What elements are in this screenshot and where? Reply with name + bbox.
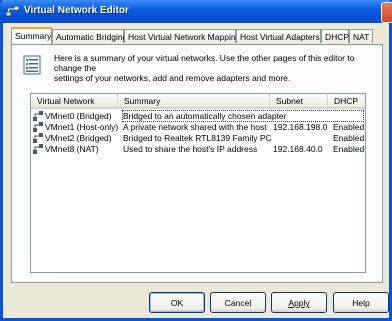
table-row[interactable]: VMnet0 (Bridged) Bridged to an automatic… bbox=[31, 110, 365, 122]
summary-panel: Here is a summary of your virtual networ… bbox=[11, 44, 383, 283]
list-header: Virtual Network Summary Subnet DHCP bbox=[31, 94, 365, 109]
cell-network: VMnet0 (Bridged) bbox=[45, 111, 112, 121]
cell-summary: A private network shared with the host bbox=[123, 122, 267, 132]
column-dhcp[interactable]: DHCP bbox=[328, 94, 365, 107]
ok-button[interactable]: OK bbox=[149, 292, 205, 313]
virtual-network-editor-window: Virtual Network Editor Summary Automatic… bbox=[0, 0, 392, 321]
cell-subnet: 192.168.198.0 bbox=[273, 122, 328, 132]
cancel-button[interactable]: Cancel bbox=[210, 292, 266, 313]
tab-automatic-bridging[interactable]: Automatic Bridging bbox=[52, 29, 127, 43]
cell-dhcp: Enabled bbox=[333, 133, 365, 143]
network-icon bbox=[6, 5, 20, 17]
column-summary[interactable]: Summary bbox=[118, 94, 270, 107]
tab-summary[interactable]: Summary bbox=[11, 27, 52, 44]
summary-description-line-1: Here is a summary of your virtual networ… bbox=[54, 53, 355, 73]
table-row[interactable]: VMnet8 (NAT) Used to share the host's IP… bbox=[31, 144, 365, 155]
title-bar[interactable]: Virtual Network Editor bbox=[0, 0, 392, 23]
network-adapter-icon bbox=[33, 133, 43, 143]
cell-summary: Bridged to Realtek RTL8139 Family PCI ..… bbox=[123, 133, 271, 143]
summary-info-icon bbox=[23, 55, 41, 75]
help-button[interactable]: Help bbox=[333, 292, 389, 313]
tab-dhcp[interactable]: DHCP bbox=[321, 29, 349, 43]
column-virtual-network[interactable]: Virtual Network bbox=[31, 94, 118, 107]
close-button[interactable] bbox=[381, 2, 392, 23]
virtual-network-list[interactable]: Virtual Network Summary Subnet DHCP VMne… bbox=[30, 93, 366, 273]
cell-summary: Bridged to an automatically chosen adapt… bbox=[122, 110, 364, 122]
window-title: Virtual Network Editor bbox=[24, 5, 129, 16]
tab-host-virtual-adapters[interactable]: Host Virtual Adapters bbox=[236, 29, 321, 43]
network-adapter-icon bbox=[33, 144, 43, 154]
tab-host-virtual-network-mapping[interactable]: Host Virtual Network Mapping bbox=[124, 29, 240, 43]
column-subnet[interactable]: Subnet bbox=[270, 94, 328, 107]
cell-network: VMnet2 (Bridged) bbox=[45, 133, 112, 143]
apply-button-label: Apply bbox=[288, 298, 310, 308]
cell-summary: Used to share the host's IP address bbox=[123, 144, 258, 154]
table-row[interactable]: VMnet1 (Host-only) A private network sha… bbox=[31, 122, 365, 133]
summary-description-line-2: settings of your networks, add and remov… bbox=[54, 73, 291, 83]
network-adapter-icon bbox=[33, 122, 43, 132]
summary-description: Here is a summary of your virtual networ… bbox=[54, 53, 374, 83]
cell-dhcp: Enabled bbox=[333, 144, 365, 154]
network-adapter-icon bbox=[33, 111, 43, 121]
cell-subnet: 192.168.40.0 bbox=[273, 144, 323, 154]
table-row[interactable]: VMnet2 (Bridged) Bridged to Realtek RTL8… bbox=[31, 133, 365, 144]
tab-nat[interactable]: NAT bbox=[349, 29, 373, 43]
cell-network: VMnet8 (NAT) bbox=[45, 144, 99, 154]
cell-network: VMnet1 (Host-only) bbox=[45, 122, 119, 132]
apply-button[interactable]: Apply bbox=[271, 292, 327, 313]
cell-dhcp: Enabled bbox=[333, 122, 365, 132]
